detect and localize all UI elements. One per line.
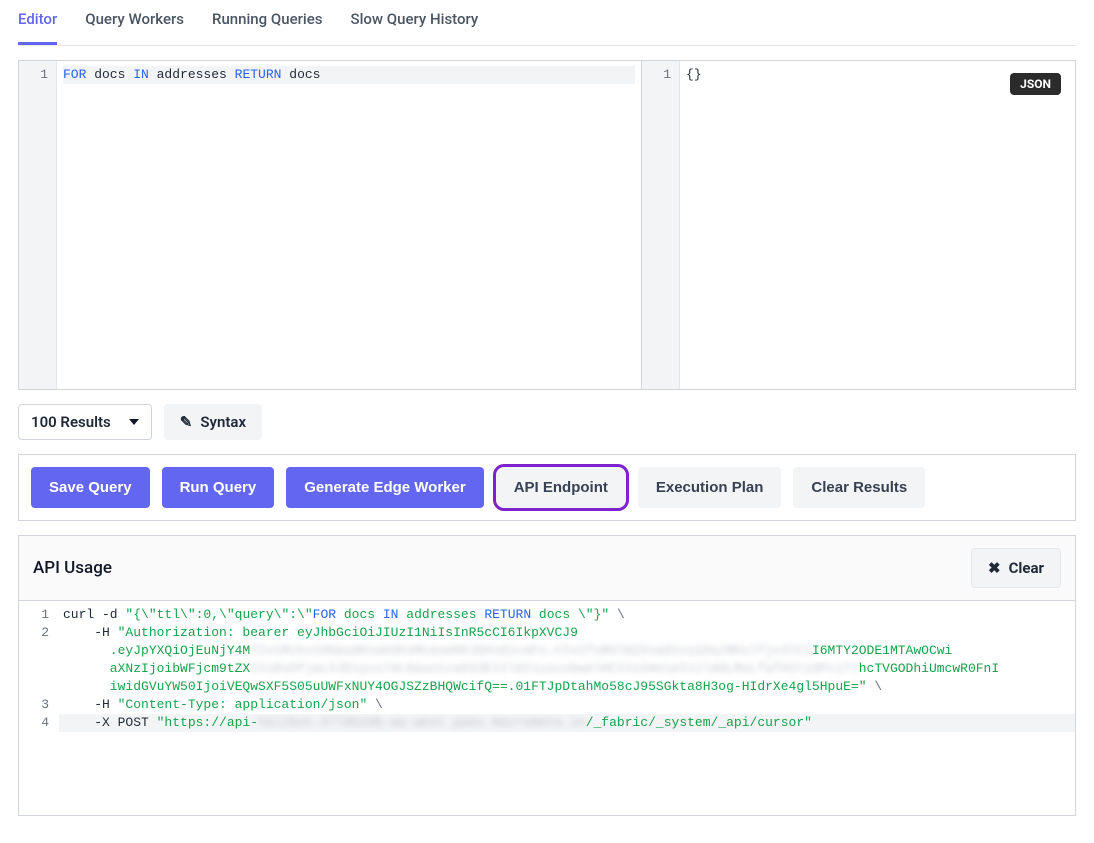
redacted-text: IIs8sOfjaLOJEsyxsl9L0asotcaO33EIIl0Iiusc… — [250, 661, 859, 676]
token-kw: RETURN — [235, 67, 282, 82]
code-text: \ — [867, 679, 883, 694]
code-str: I6MTY2ODE1MTAwOCwi — [812, 643, 952, 658]
json-params-pane: 1 {} JSON — [642, 61, 1075, 389]
api-endpoint-button[interactable]: API Endpoint — [496, 467, 626, 508]
tab-editor[interactable]: Editor — [18, 0, 57, 45]
token-kw: FOR — [63, 67, 86, 82]
code-str: "Authorization: bearer eyJhbGciOiJIUzI1N… — [118, 625, 578, 640]
close-icon: ✖ — [988, 559, 1001, 577]
redacted-text: halibut-37l8b2db-wu-west.paas.macrometa.… — [258, 715, 586, 730]
code-str: hcTVGODhiUmcwR0FnI — [859, 661, 999, 676]
code-str: addresses — [398, 607, 484, 622]
api-usage-code-wrap: 1 2 3 4 curl -d "{\"ttl\":0,\"query\":\"… — [19, 600, 1075, 815]
code-str: \"}" — [578, 607, 609, 622]
line-number: 3 — [19, 696, 49, 714]
code-str: docs — [531, 607, 578, 622]
api-usage-code[interactable]: curl -d "{\"ttl\":0,\"query\":\"FOR docs… — [59, 601, 1075, 815]
code-str: docs — [336, 607, 383, 622]
line-number: 4 — [19, 714, 49, 732]
code-str: "Content-Type: application/json" — [118, 697, 368, 712]
token-kw: IN — [133, 67, 149, 82]
token-text: addresses — [149, 67, 235, 82]
code-str: iwidGVuYW50IjoiVEQwSXF5S05uUWFxNUY4OGJSZ… — [63, 679, 867, 694]
line-number: 1 — [19, 66, 48, 84]
api-usage-panel: API Usage ✖ Clear 1 2 3 4 curl -d "{\"tt… — [18, 535, 1076, 816]
api-usage-gutter: 1 2 3 4 — [19, 601, 59, 815]
code-text: -X POST — [63, 715, 157, 730]
execution-plan-button[interactable]: Execution Plan — [638, 467, 782, 508]
json-code[interactable]: {} — [680, 61, 1075, 389]
json-body: {} — [686, 67, 702, 82]
token-text: docs — [86, 67, 133, 82]
tab-slow-query-history[interactable]: Slow Query History — [350, 0, 478, 45]
code-str: /_fabric/_system/_api/cursor" — [586, 715, 812, 730]
api-usage-title: API Usage — [33, 558, 112, 578]
code-text: curl -d — [63, 607, 125, 622]
query-editor-pane: 1 FOR docs IN addresses RETURN docs — [19, 61, 642, 389]
results-select-label: 100 Results — [31, 413, 111, 431]
clear-results-button[interactable]: Clear Results — [793, 467, 925, 508]
generate-edge-worker-button[interactable]: Generate Edge Worker — [286, 467, 483, 508]
editor-controls: 100 Results ✎ Syntax — [18, 404, 1076, 440]
query-editor-code[interactable]: FOR docs IN addresses RETURN docs — [57, 61, 641, 389]
line-number: 1 — [19, 606, 49, 624]
token-text: docs — [281, 67, 320, 82]
line-number: 2 — [19, 624, 49, 642]
line-number: 1 — [642, 66, 671, 84]
code-kw: RETURN — [484, 607, 531, 622]
code-str: "{\"ttl\":0,\"query\":\" — [125, 607, 312, 622]
code-text: -H — [63, 625, 118, 640]
tab-query-workers[interactable]: Query Workers — [85, 0, 184, 45]
code-text: \ — [609, 607, 625, 622]
syntax-button[interactable]: ✎ Syntax — [164, 404, 262, 440]
json-badge[interactable]: JSON — [1010, 73, 1061, 95]
query-editor-gutter: 1 — [19, 61, 57, 389]
top-tabs: Editor Query Workers Running Queries Slo… — [18, 0, 1076, 46]
api-usage-header: API Usage ✖ Clear — [19, 536, 1075, 600]
editor-panes: 1 FOR docs IN addresses RETURN docs 1 {}… — [18, 60, 1076, 390]
code-kw: FOR — [313, 607, 336, 622]
redacted-text: TIxiMzkxiOOasdKsakOksMcaseKKJDAsdicaFx.C… — [250, 643, 812, 658]
chevron-down-icon — [129, 419, 139, 425]
save-query-button[interactable]: Save Query — [31, 467, 150, 508]
clear-api-usage-button[interactable]: ✖ Clear — [971, 548, 1061, 588]
code-kw: IN — [383, 607, 399, 622]
code-text: -H — [63, 697, 118, 712]
run-query-button[interactable]: Run Query — [162, 467, 275, 508]
code-text: \ — [367, 697, 383, 712]
tab-running-queries[interactable]: Running Queries — [212, 0, 322, 45]
code-str: aXNzIjoibWFjcm9tZX — [63, 661, 250, 676]
clear-label: Clear — [1009, 559, 1044, 577]
json-gutter: 1 — [642, 61, 680, 389]
code-str: "https://api- — [157, 715, 258, 730]
results-select[interactable]: 100 Results — [18, 404, 152, 440]
actions-panel: Save Query Run Query Generate Edge Worke… — [18, 454, 1076, 521]
code-str: .eyJpYXQiOjEuNjY4M — [63, 643, 250, 658]
wand-icon: ✎ — [180, 413, 193, 431]
syntax-label: Syntax — [200, 413, 246, 431]
